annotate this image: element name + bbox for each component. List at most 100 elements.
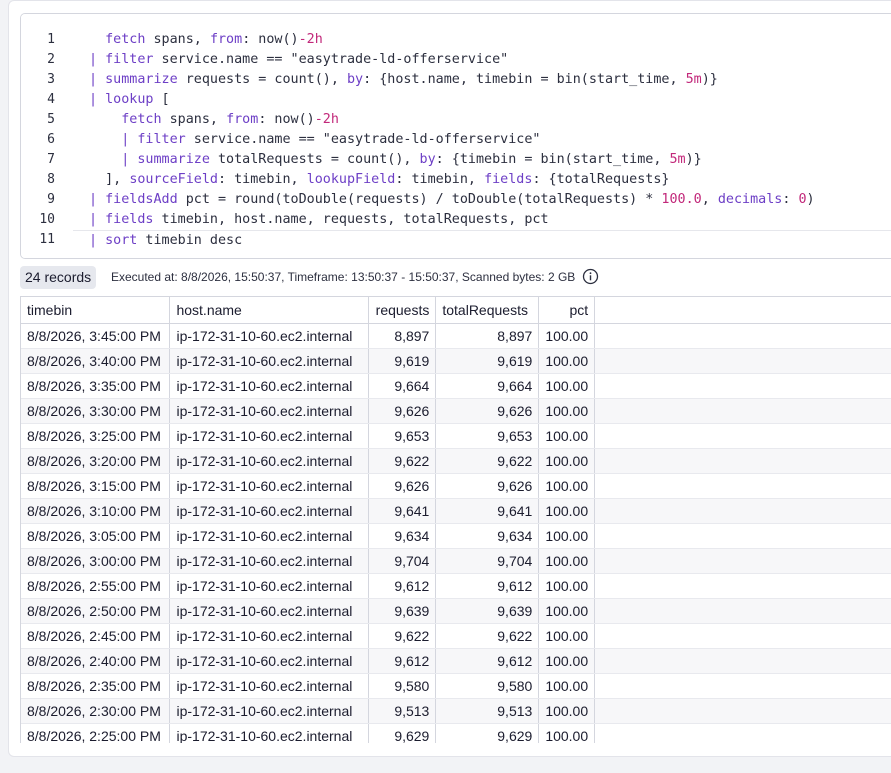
code-line[interactable]: | fields timebin, host.name, requests, t… xyxy=(73,210,891,230)
code-token: : {timebin = bin(start_time, xyxy=(435,152,670,167)
info-icon[interactable] xyxy=(582,268,599,285)
code-area[interactable]: fetch spans, from: now()-2h | filter serv… xyxy=(73,14,891,258)
results-table-container[interactable]: timebin host.name requests totalRequests… xyxy=(20,296,891,743)
cell-total-requests: 9,622 xyxy=(435,448,540,474)
code-token: summarize xyxy=(137,152,210,167)
table-row[interactable]: 8/8/2026, 2:45:00 PM ip-172-31-10-60.ec2.… xyxy=(21,623,891,649)
table-row[interactable]: 8/8/2026, 3:20:00 PM ip-172-31-10-60.ec2.… xyxy=(21,448,891,474)
code-token: fields xyxy=(484,172,533,187)
code-token: fetch xyxy=(121,112,162,127)
code-token: : now() xyxy=(242,32,299,47)
table-row[interactable]: 8/8/2026, 3:00:00 PM ip-172-31-10-60.ec2.… xyxy=(21,548,891,574)
cell-pct: 100.00 xyxy=(538,498,596,524)
cell-host-name: ip-172-31-10-60.ec2.internal xyxy=(169,573,370,599)
table-row[interactable]: 8/8/2026, 3:30:00 PM ip-172-31-10-60.ec2.… xyxy=(21,398,891,424)
cell-timebin: 8/8/2026, 3:40:00 PM xyxy=(21,348,171,374)
cell-requests: 9,653 xyxy=(368,423,437,449)
table-row[interactable]: 8/8/2026, 3:35:00 PM ip-172-31-10-60.ec2.… xyxy=(21,373,891,399)
code-line[interactable]: ], sourceField: timebin, lookupField: ti… xyxy=(73,170,891,190)
records-count-badge: 24 records xyxy=(20,266,97,289)
cell-pct: 100.00 xyxy=(538,323,596,349)
code-line[interactable]: fetch spans, from: now()-2h xyxy=(73,110,891,130)
line-number: 3 xyxy=(47,72,55,87)
code-line[interactable]: | fieldsAdd pct = round(toDouble(request… xyxy=(73,190,891,210)
table-row[interactable]: 8/8/2026, 3:25:00 PM ip-172-31-10-60.ec2.… xyxy=(21,423,891,449)
code-token: | xyxy=(89,92,106,107)
cell-host-name: ip-172-31-10-60.ec2.internal xyxy=(169,323,370,349)
line-number: 10 xyxy=(39,212,55,227)
code-token: | xyxy=(89,52,106,67)
table-row[interactable]: 8/8/2026, 2:30:00 PM ip-172-31-10-60.ec2.… xyxy=(21,698,891,724)
code-token: pct = round(toDouble(requests) / toDoubl… xyxy=(177,192,662,207)
column-header-pct[interactable]: pct xyxy=(538,297,596,324)
cell-timebin: 8/8/2026, 3:45:00 PM xyxy=(21,323,171,349)
cell-requests: 9,612 xyxy=(368,648,437,674)
cell-pct: 100.00 xyxy=(538,398,596,424)
code-token: )} xyxy=(701,72,718,87)
code-token: lookup xyxy=(105,92,154,107)
table-row[interactable]: 8/8/2026, 2:25:00 PM ip-172-31-10-60.ec2.… xyxy=(21,723,891,743)
cell-requests: 9,619 xyxy=(368,348,437,374)
cell-timebin: 8/8/2026, 3:15:00 PM xyxy=(21,473,171,499)
column-header-total-requests[interactable]: totalRequests xyxy=(435,297,540,324)
cell-requests: 9,626 xyxy=(368,473,437,499)
column-header-timebin[interactable]: timebin xyxy=(21,297,171,324)
table-row[interactable]: 8/8/2026, 2:40:00 PM ip-172-31-10-60.ec2.… xyxy=(21,648,891,674)
cell-pct: 100.00 xyxy=(538,698,596,724)
dql-query-editor[interactable]: 1 2 3 4 5 6 7 8 9 10 11 fetch spans, from: now()-2… xyxy=(20,13,891,259)
code-token: 100.0 xyxy=(661,192,702,207)
line-number: 6 xyxy=(47,132,55,147)
cell-total-requests: 9,629 xyxy=(435,723,540,743)
code-token: decimals xyxy=(717,192,783,207)
table-row[interactable]: 8/8/2026, 2:35:00 PM ip-172-31-10-60.ec2.… xyxy=(21,673,891,699)
table-row[interactable]: 8/8/2026, 3:45:00 PM ip-172-31-10-60.ec2.… xyxy=(21,323,891,349)
cell-filler xyxy=(594,523,891,549)
code-line[interactable]: | summarize totalRequests = count(), by:… xyxy=(73,150,891,170)
cell-host-name: ip-172-31-10-60.ec2.internal xyxy=(169,373,370,399)
cell-total-requests: 9,626 xyxy=(435,473,540,499)
code-token: : timebin, xyxy=(218,172,307,187)
code-line[interactable]: | lookup [ xyxy=(73,90,891,110)
column-header-host-name[interactable]: host.name xyxy=(169,297,370,324)
table-row[interactable]: 8/8/2026, 2:50:00 PM ip-172-31-10-60.ec2.… xyxy=(21,598,891,624)
cell-total-requests: 9,580 xyxy=(435,673,540,699)
code-token: fieldsAdd xyxy=(105,192,178,207)
line-number: 8 xyxy=(47,172,55,187)
cell-requests: 9,641 xyxy=(368,498,437,524)
cell-pct: 100.00 xyxy=(538,598,596,624)
code-token: 0 xyxy=(798,192,807,207)
cell-pct: 100.00 xyxy=(538,623,596,649)
cell-filler xyxy=(594,373,891,399)
cell-host-name: ip-172-31-10-60.ec2.internal xyxy=(169,723,370,743)
code-line[interactable]: fetch spans, from: now()-2h xyxy=(73,30,891,50)
code-line[interactable]: | filter service.name == "easytrade-ld-o… xyxy=(73,130,891,150)
cell-filler xyxy=(594,398,891,424)
code-line[interactable]: | filter service.name == "easytrade-ld-o… xyxy=(73,50,891,70)
cell-host-name: ip-172-31-10-60.ec2.internal xyxy=(169,598,370,624)
execution-meta-text: Executed at: 8/8/2026, 15:50:37, Timefra… xyxy=(111,270,576,284)
cell-filler xyxy=(594,423,891,449)
table-row[interactable]: 8/8/2026, 3:15:00 PM ip-172-31-10-60.ec2.… xyxy=(21,473,891,499)
cell-filler xyxy=(594,473,891,499)
code-token: : timebin, xyxy=(395,172,485,187)
cell-host-name: ip-172-31-10-60.ec2.internal xyxy=(169,548,370,574)
cell-total-requests: 9,619 xyxy=(435,348,540,374)
table-row[interactable]: 8/8/2026, 2:55:00 PM ip-172-31-10-60.ec2.… xyxy=(21,573,891,599)
code-line[interactable]: | sort timebin desc xyxy=(73,230,891,250)
column-header-requests[interactable]: requests xyxy=(368,297,437,324)
code-token: filter xyxy=(105,52,154,67)
table-row[interactable]: 8/8/2026, 3:40:00 PM ip-172-31-10-60.ec2.… xyxy=(21,348,891,374)
cell-pct: 100.00 xyxy=(538,648,596,674)
cell-timebin: 8/8/2026, 3:10:00 PM xyxy=(21,498,171,524)
cell-total-requests: 9,626 xyxy=(435,398,540,424)
code-token: fetch xyxy=(105,32,146,47)
cell-total-requests: 9,639 xyxy=(435,598,540,624)
cell-filler xyxy=(594,548,891,574)
code-token: -2h xyxy=(314,112,339,127)
code-line[interactable]: | summarize requests = count(), by: {hos… xyxy=(73,70,891,90)
code-token: : now() xyxy=(258,112,315,127)
table-row[interactable]: 8/8/2026, 3:10:00 PM ip-172-31-10-60.ec2.… xyxy=(21,498,891,524)
cell-host-name: ip-172-31-10-60.ec2.internal xyxy=(169,623,370,649)
table-row[interactable]: 8/8/2026, 3:05:00 PM ip-172-31-10-60.ec2.… xyxy=(21,523,891,549)
